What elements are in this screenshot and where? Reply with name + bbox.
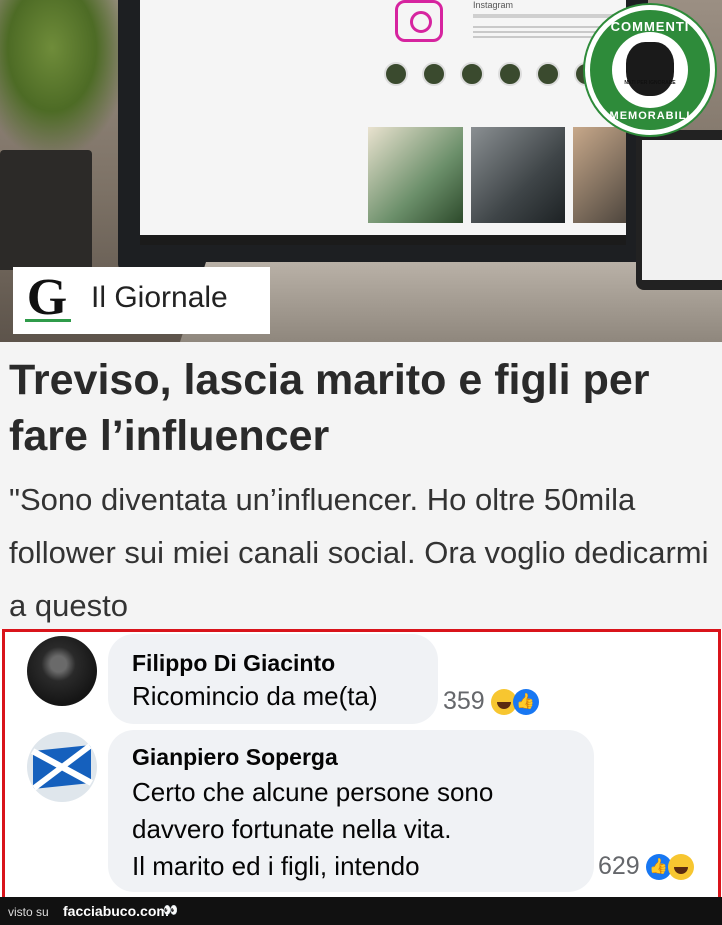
like-reaction-icon: 👍 — [512, 688, 539, 715]
bearded-face-icon — [626, 42, 674, 96]
instagram-stats — [473, 14, 613, 18]
logo-accent-bar — [25, 319, 71, 322]
avatar[interactable] — [27, 732, 97, 802]
comment-bubble: Filippo Di Giacinto Ricomincio da me(ta) — [108, 634, 438, 724]
plant-pot — [0, 150, 92, 270]
post-thumbnail — [573, 127, 626, 223]
comment-line: Certo che alcune persone sono — [132, 777, 494, 807]
highlight-circle — [384, 62, 408, 86]
windows-taskbar — [140, 235, 626, 245]
phone-screen — [642, 140, 722, 280]
eyes-icon: 👀 — [163, 903, 178, 917]
highlight-circle — [536, 62, 560, 86]
footer-site-link[interactable]: facciabuco.com — [63, 903, 169, 919]
comment-author[interactable]: Filippo Di Giacinto — [132, 650, 335, 677]
post-thumbnail — [368, 127, 463, 223]
plant-leaves — [0, 0, 130, 160]
comments-section: Filippo Di Giacinto Ricomincio da me(ta)… — [2, 629, 721, 903]
badge-inner-circle — [612, 32, 688, 108]
comment-line: davvero fortunate nella vita. — [132, 814, 452, 844]
highlight-circle — [422, 62, 446, 86]
reaction-summary[interactable]: 359 👍 — [443, 687, 539, 716]
badge-small-text: NATI PER IGNORARE — [624, 80, 676, 86]
instagram-logo-icon — [395, 0, 443, 42]
il-giornale-logo: G — [26, 269, 68, 326]
post-thumbnail — [470, 127, 566, 223]
footer-bar: visto su facciabuco.com 👀 — [0, 897, 722, 925]
highlight-circle — [498, 62, 522, 86]
source-name: Il Giornale — [91, 281, 228, 314]
commenti-memorabili-badge: COMMENTI NATI PER IGNORARE MEMORABILI — [585, 5, 715, 135]
comment-author[interactable]: Gianpiero Soperga — [132, 744, 338, 771]
article-headline[interactable]: Treviso, lascia marito e figli per fare … — [9, 352, 714, 464]
highlight-circle — [460, 62, 484, 86]
avatar[interactable] — [27, 636, 97, 706]
haha-reaction-icon — [667, 853, 694, 880]
instagram-app-name: Instagram — [473, 0, 514, 10]
reaction-summary[interactable]: 629 👍 — [598, 852, 694, 881]
comment-text: Certo che alcune persone sono davvero fo… — [132, 774, 572, 885]
footer-prefix: visto su — [8, 905, 49, 919]
reaction-count: 359 — [443, 687, 485, 715]
comment-bubble: Gianpiero Soperga Certo che alcune perso… — [108, 730, 594, 892]
comment-text: Ricomincio da me(ta) — [132, 681, 378, 711]
reaction-count: 629 — [598, 852, 640, 880]
scotland-flag-icon — [33, 744, 91, 790]
laptop-screen: Instagram — [140, 0, 626, 235]
comment-line: Il marito ed i figli, intendo — [132, 851, 420, 881]
source-label: G Il Giornale — [13, 267, 270, 334]
article-quote: "Sono diventata un’influencer. Ho oltre … — [9, 482, 709, 623]
instagram-posts — [368, 127, 626, 223]
badge-bottom-text: MEMORABILI — [609, 110, 691, 122]
